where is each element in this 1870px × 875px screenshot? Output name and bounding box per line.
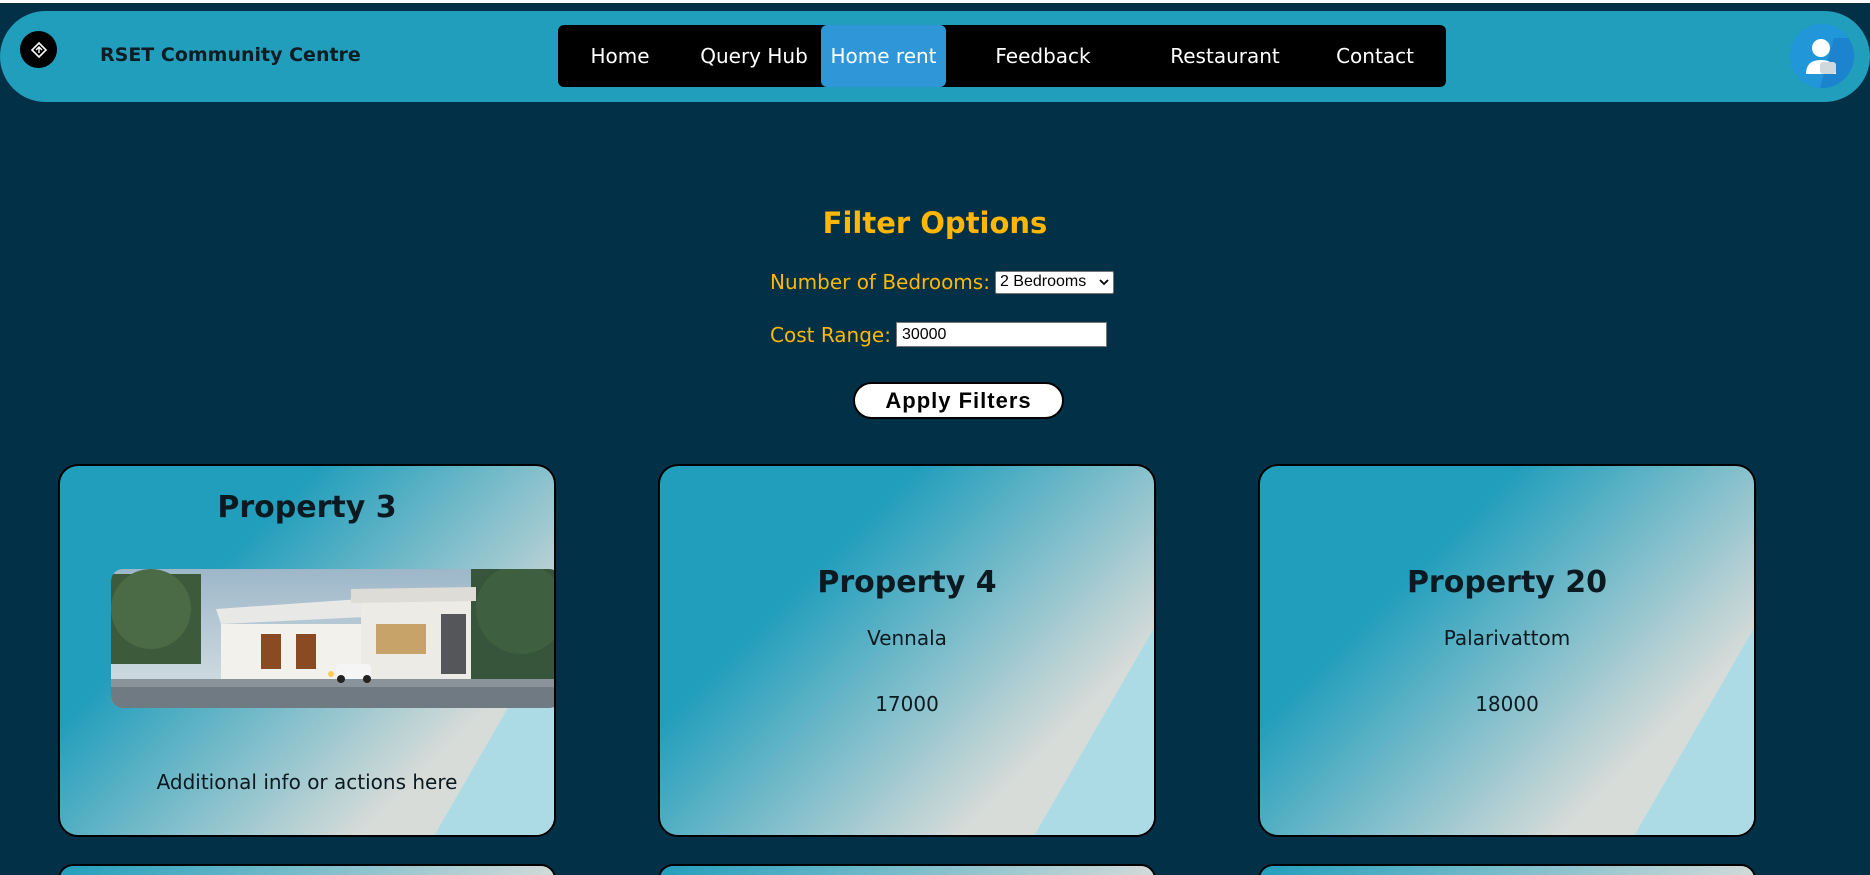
property-card-partial[interactable] — [1258, 864, 1756, 875]
logo-icon[interactable] — [20, 31, 57, 68]
property-image — [111, 569, 554, 708]
nav-contact[interactable]: Contact — [1310, 25, 1440, 87]
bedrooms-select-value: 2 Bedrooms — [999, 273, 1087, 290]
property-info: Additional info or actions here — [156, 770, 458, 794]
user-avatar-icon[interactable] — [1790, 24, 1854, 88]
brand-title[interactable]: RSET Community Centre — [100, 44, 361, 66]
bedrooms-select[interactable]: 2 Bedrooms — [994, 270, 1114, 294]
cost-label: Cost Range: — [770, 322, 891, 347]
nav-home[interactable]: Home — [558, 25, 682, 87]
site-header: RSET Community Centre Home Query Hub Hom… — [0, 11, 1870, 102]
cost-input[interactable] — [895, 322, 1107, 347]
nav-query-hub[interactable]: Query Hub — [682, 25, 826, 87]
apply-filters-button[interactable]: Apply Filters — [853, 382, 1064, 419]
property-title: Property 20 — [1406, 565, 1608, 600]
property-title: Property 3 — [217, 490, 397, 525]
property-card[interactable]: Property 4 Vennala 17000 — [658, 464, 1156, 837]
top-border — [0, 0, 1870, 3]
property-card[interactable]: Property 3 Additional info or actions he… — [58, 464, 556, 837]
chevron-down-icon — [1099, 273, 1109, 291]
filter-title: Filter Options — [822, 206, 1048, 240]
cost-row: Cost Range: — [770, 322, 1107, 347]
property-price: 17000 — [875, 692, 939, 716]
bedrooms-label: Number of Bedrooms: — [770, 270, 990, 294]
property-location: Vennala — [867, 626, 947, 650]
bedrooms-row: Number of Bedrooms: 2 Bedrooms — [770, 270, 1114, 294]
property-title: Property 4 — [817, 565, 997, 600]
card-decoration — [660, 466, 1154, 835]
property-card-partial[interactable] — [658, 864, 1156, 875]
nav-feedback[interactable]: Feedback — [946, 25, 1140, 87]
property-card[interactable]: Property 20 Palarivattom 18000 — [1258, 464, 1756, 837]
card-decoration — [1260, 466, 1754, 835]
property-card-partial[interactable] — [58, 864, 556, 875]
nav-restaurant[interactable]: Restaurant — [1140, 25, 1310, 87]
nav-home-rent[interactable]: Home rent — [821, 25, 946, 87]
property-price: 18000 — [1475, 692, 1539, 716]
property-location: Palarivattom — [1443, 626, 1571, 650]
main-nav: Home Query Hub Home rent Feedback Restau… — [558, 25, 1446, 87]
